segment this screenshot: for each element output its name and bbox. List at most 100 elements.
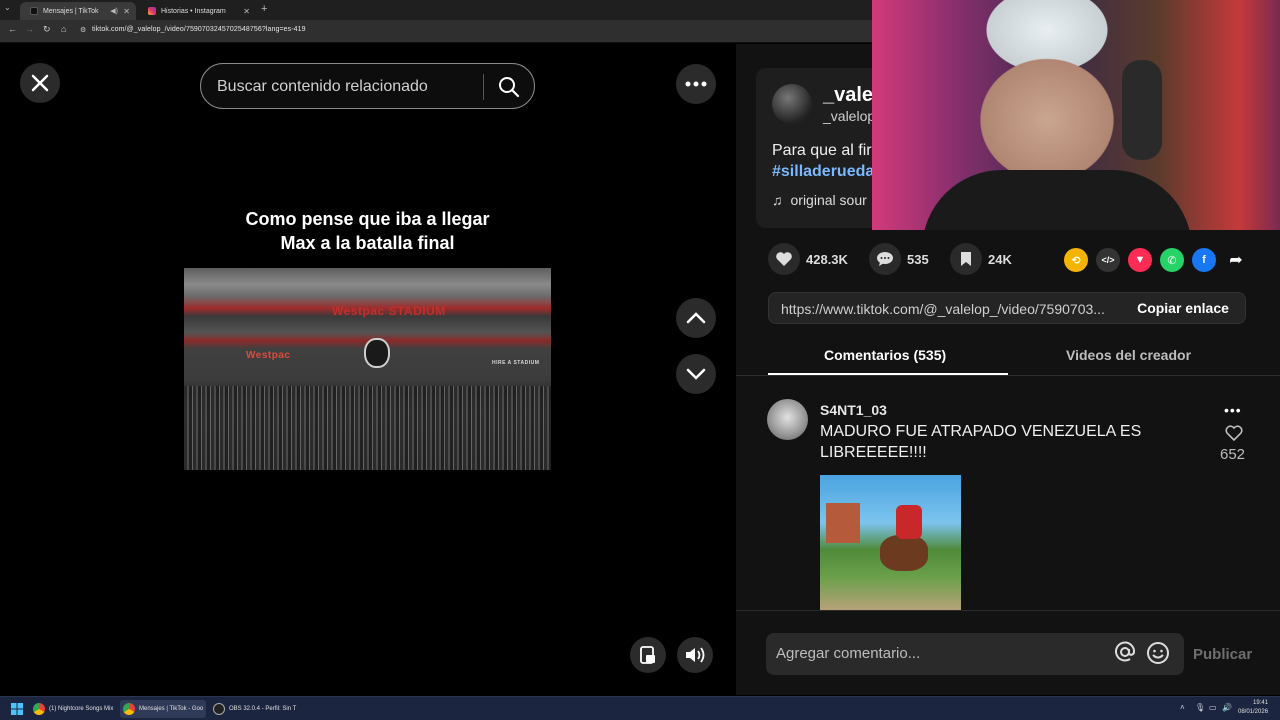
author-avatar[interactable]: [772, 84, 812, 124]
embed-button[interactable]: </>: [1096, 248, 1120, 272]
crowd: [184, 386, 551, 470]
instagram-favicon-icon: [148, 7, 156, 15]
comment-placeholder: Agregar comentario...: [776, 645, 921, 662]
search-input[interactable]: Buscar contenido relacionado: [200, 63, 535, 109]
like-button[interactable]: 428.3K: [768, 243, 848, 275]
volume-tray-icon[interactable]: 🔊: [1222, 703, 1232, 712]
comment-count: 535: [907, 251, 929, 267]
commenter-name[interactable]: S4NT1_03: [820, 402, 887, 418]
facebook-icon: f: [1202, 254, 1206, 266]
network-icon[interactable]: ▭: [1209, 703, 1217, 712]
new-tab-button[interactable]: +: [261, 3, 267, 15]
webcam-shirt: [922, 170, 1192, 230]
webcam-headphones: [1122, 60, 1162, 160]
site-info-icon[interactable]: ⚙: [80, 26, 86, 34]
more-options-button[interactable]: [676, 64, 716, 104]
taskbar-clock[interactable]: 19:41 08/01/2026: [1238, 699, 1268, 717]
webcam-overlay: [872, 0, 1280, 230]
comment-button[interactable]: 535: [869, 243, 929, 275]
tab-close-icon[interactable]: ✕: [123, 7, 130, 16]
chevron-up-icon: [686, 312, 706, 324]
start-button[interactable]: [8, 700, 23, 718]
chrome-icon: [123, 703, 135, 715]
windows-taskbar: (1) Nightcore Songs Mix Mensajes | TikTo…: [0, 696, 1280, 720]
chrome-icon: [33, 703, 45, 715]
miniplayer-button[interactable]: [630, 637, 666, 673]
clock-date: 08/01/2026: [1238, 709, 1269, 715]
reload-icon[interactable]: ↻: [43, 24, 51, 35]
copy-link-row: https://www.tiktok.com/@_valelop_/video/…: [768, 292, 1246, 324]
facebook-button[interactable]: f: [1192, 248, 1216, 272]
comment-like-button[interactable]: [1224, 424, 1244, 447]
tiktok-favicon-icon: [30, 7, 38, 15]
more-share-button[interactable]: ➦: [1224, 248, 1248, 272]
video-frame: Westpac STADIUM Westpac HIRE A STADIUM: [184, 268, 551, 470]
comment-more-icon[interactable]: •••: [1224, 402, 1242, 418]
share-arrow-icon: ➦: [1229, 252, 1243, 269]
tab-search-icon[interactable]: ⌄: [4, 3, 11, 12]
tab-close-icon[interactable]: ✕: [243, 7, 250, 16]
next-video-button[interactable]: [676, 354, 716, 394]
microphone-icon[interactable]: 🎙: [1195, 703, 1205, 712]
previous-video-button[interactable]: [676, 298, 716, 338]
comment-image[interactable]: [820, 475, 961, 611]
embed-icon: </>: [1101, 255, 1115, 265]
tab-creator-videos[interactable]: Videos del creador: [1066, 347, 1191, 363]
browser-tab-tiktok[interactable]: Mensajes | TikTok ◀) ✕: [20, 2, 136, 20]
tab-audio-icon[interactable]: ◀): [110, 7, 118, 15]
volume-button[interactable]: [677, 637, 713, 673]
video-link[interactable]: https://www.tiktok.com/@_valelop_/video/…: [781, 301, 1105, 317]
heart-icon: [1225, 425, 1243, 442]
whatsapp-button[interactable]: ✆: [1160, 248, 1184, 272]
copy-link-button[interactable]: Copiar enlace: [1119, 293, 1247, 323]
at-icon[interactable]: [1114, 641, 1136, 668]
search-placeholder: Buscar contenido relacionado: [217, 78, 428, 95]
search-divider: [483, 74, 484, 100]
sound-label: original sour: [790, 192, 867, 208]
comment-text: MADURO FUE ATRAPADO VENEZUELA ES LIBREEE…: [820, 423, 1142, 461]
save-count: 24K: [988, 251, 1012, 267]
send-button[interactable]: ▼: [1128, 248, 1152, 272]
stadium-sign: Westpac STADIUM: [332, 304, 446, 318]
hashtag-link[interactable]: #silladerueda: [772, 163, 874, 181]
taskbar-chrome-nightcore[interactable]: (1) Nightcore Songs Mix: [30, 700, 116, 718]
commenter-avatar[interactable]: [767, 399, 808, 440]
taskbar-obs[interactable]: OBS 32.0.4 - Perfil: Sin T: [210, 700, 300, 718]
publish-button[interactable]: Publicar: [1193, 646, 1252, 663]
emoji-icon[interactable]: [1146, 641, 1170, 670]
video-caption-line: Max a la batalla final: [280, 233, 455, 253]
taskbar-chrome-tiktok[interactable]: Mensajes | TikTok - Goo: [120, 700, 206, 718]
comment-like-count: 652: [1220, 446, 1246, 463]
tab-comments[interactable]: Comentarios (535): [824, 347, 946, 363]
taskbar-label: Mensajes | TikTok - Goo: [139, 706, 204, 712]
whatsapp-icon: ✆: [1167, 254, 1177, 267]
close-button[interactable]: [20, 63, 60, 103]
forward-icon[interactable]: →: [25, 24, 34, 34]
taskbar-label: OBS 32.0.4 - Perfil: Sin T: [229, 706, 297, 712]
panel-tabs: Comentarios (535) Videos del creador: [736, 340, 1280, 376]
comment-input[interactable]: Agregar comentario...: [766, 633, 1184, 675]
taskbar-label: (1) Nightcore Songs Mix: [49, 706, 114, 712]
back-icon[interactable]: ←: [8, 24, 17, 34]
home-icon[interactable]: ⌂: [61, 24, 66, 34]
chevron-down-icon: [686, 368, 706, 380]
windows-icon: [11, 703, 23, 715]
sound-link[interactable]: ♫ original sour: [772, 192, 867, 208]
wheelchair-rider: [364, 338, 390, 368]
author-handle[interactable]: _valelop: [823, 108, 875, 124]
video-caption-line: Como pense que iba a llegar: [245, 209, 490, 229]
address-input[interactable]: tiktok.com/@_valelop_/video/759070324570…: [92, 26, 306, 33]
active-tab-indicator: [768, 373, 1008, 375]
search-icon[interactable]: [497, 75, 521, 104]
browser-tab-instagram[interactable]: Historias • Instagram ✕: [138, 2, 256, 20]
miniplayer-icon: [640, 646, 655, 664]
save-button[interactable]: 24K: [950, 243, 1012, 275]
tab-label: Historias • Instagram: [161, 7, 226, 15]
stadium-sign: HIRE A STADIUM: [492, 360, 540, 366]
repost-button[interactable]: ⟲: [1064, 248, 1088, 272]
clock-time: 19:41: [1253, 700, 1269, 706]
author-name[interactable]: _valel: [823, 84, 879, 107]
tray-chevron-icon[interactable]: ˄: [1180, 703, 1185, 712]
close-icon: [31, 74, 49, 92]
heart-icon: [768, 243, 800, 275]
